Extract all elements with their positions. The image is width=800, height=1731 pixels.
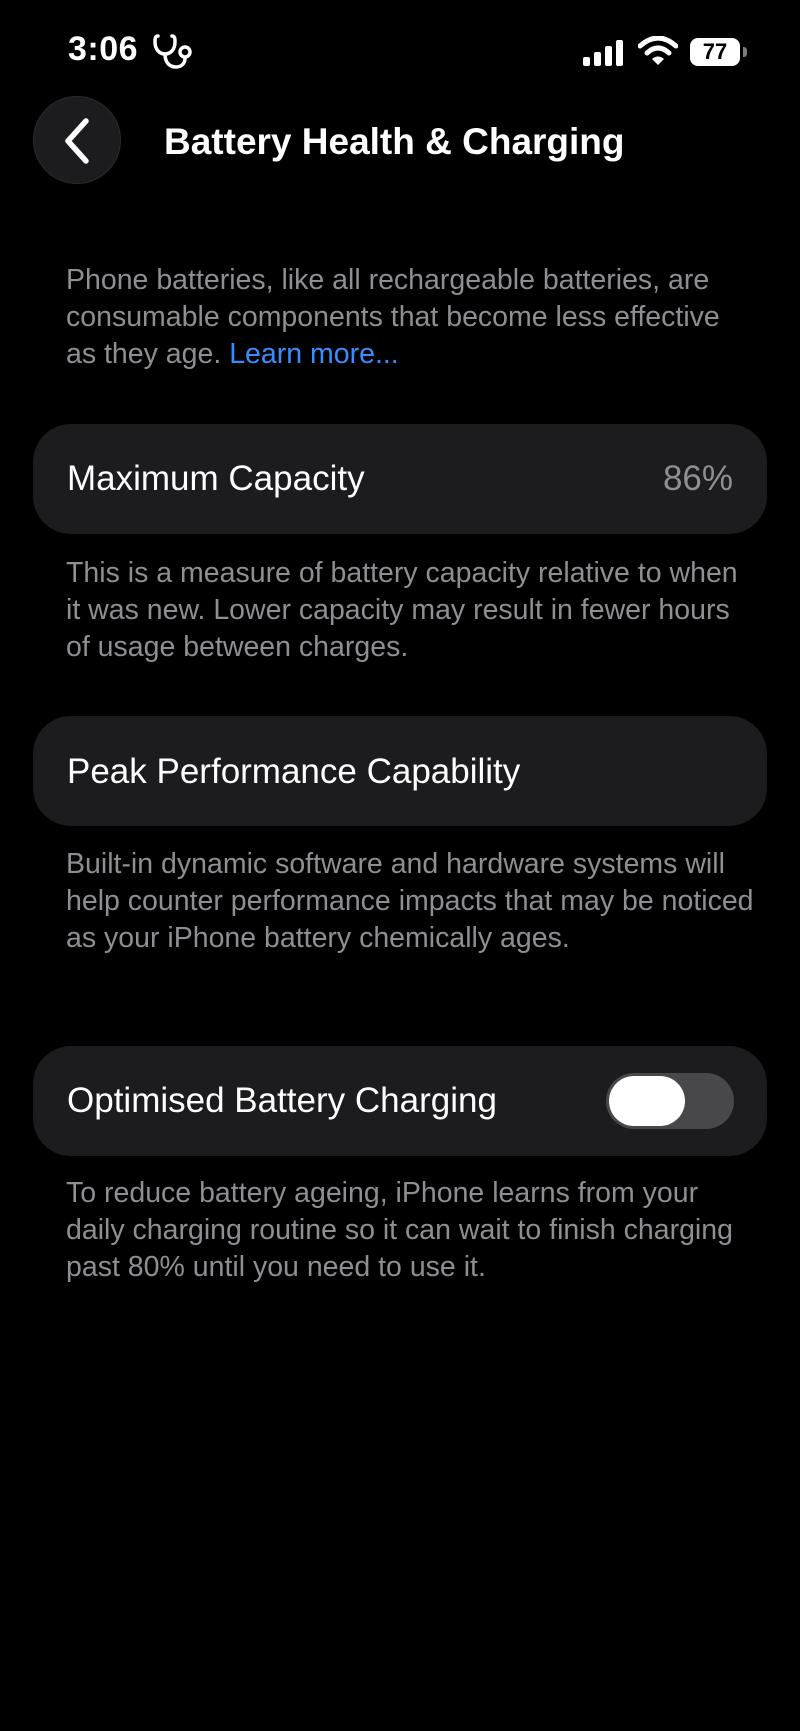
optimised-charging-toggle[interactable]	[606, 1073, 734, 1129]
battery-icon: 77	[690, 38, 748, 66]
maximum-capacity-value: 86%	[662, 459, 733, 498]
maximum-capacity-label: Maximum Capacity	[67, 459, 365, 498]
wifi-icon	[638, 36, 678, 65]
stethoscope-icon	[153, 34, 192, 69]
intro-description: Phone batteries, like all rechargeable b…	[66, 262, 756, 373]
toggle-knob	[609, 1076, 685, 1126]
optimised-charging-row: Optimised Battery Charging	[33, 1046, 767, 1156]
maximum-capacity-description: This is a measure of battery capacity re…	[66, 557, 738, 663]
peak-performance-row[interactable]: Peak Performance Capability	[33, 716, 767, 826]
learn-more-link[interactable]: Learn more...	[229, 338, 399, 370]
maximum-capacity-row: Maximum Capacity 86%	[33, 424, 767, 534]
optimised-charging-description: To reduce battery ageing, iPhone learns …	[66, 1177, 733, 1283]
battery-cap	[743, 47, 747, 57]
status-bar: 3:06 77	[0, 0, 800, 110]
chevron-left-icon	[65, 118, 89, 164]
page-title: Battery Health & Charging	[164, 121, 625, 162]
peak-performance-description: Built-in dynamic software and hardware s…	[66, 848, 754, 954]
status-time: 3:06	[68, 30, 139, 68]
battery-level: 77	[690, 38, 740, 66]
peak-performance-label: Peak Performance Capability	[67, 752, 521, 791]
optimised-charging-label: Optimised Battery Charging	[67, 1081, 497, 1120]
cellular-signal-icon	[583, 40, 623, 66]
back-button[interactable]	[33, 96, 121, 184]
